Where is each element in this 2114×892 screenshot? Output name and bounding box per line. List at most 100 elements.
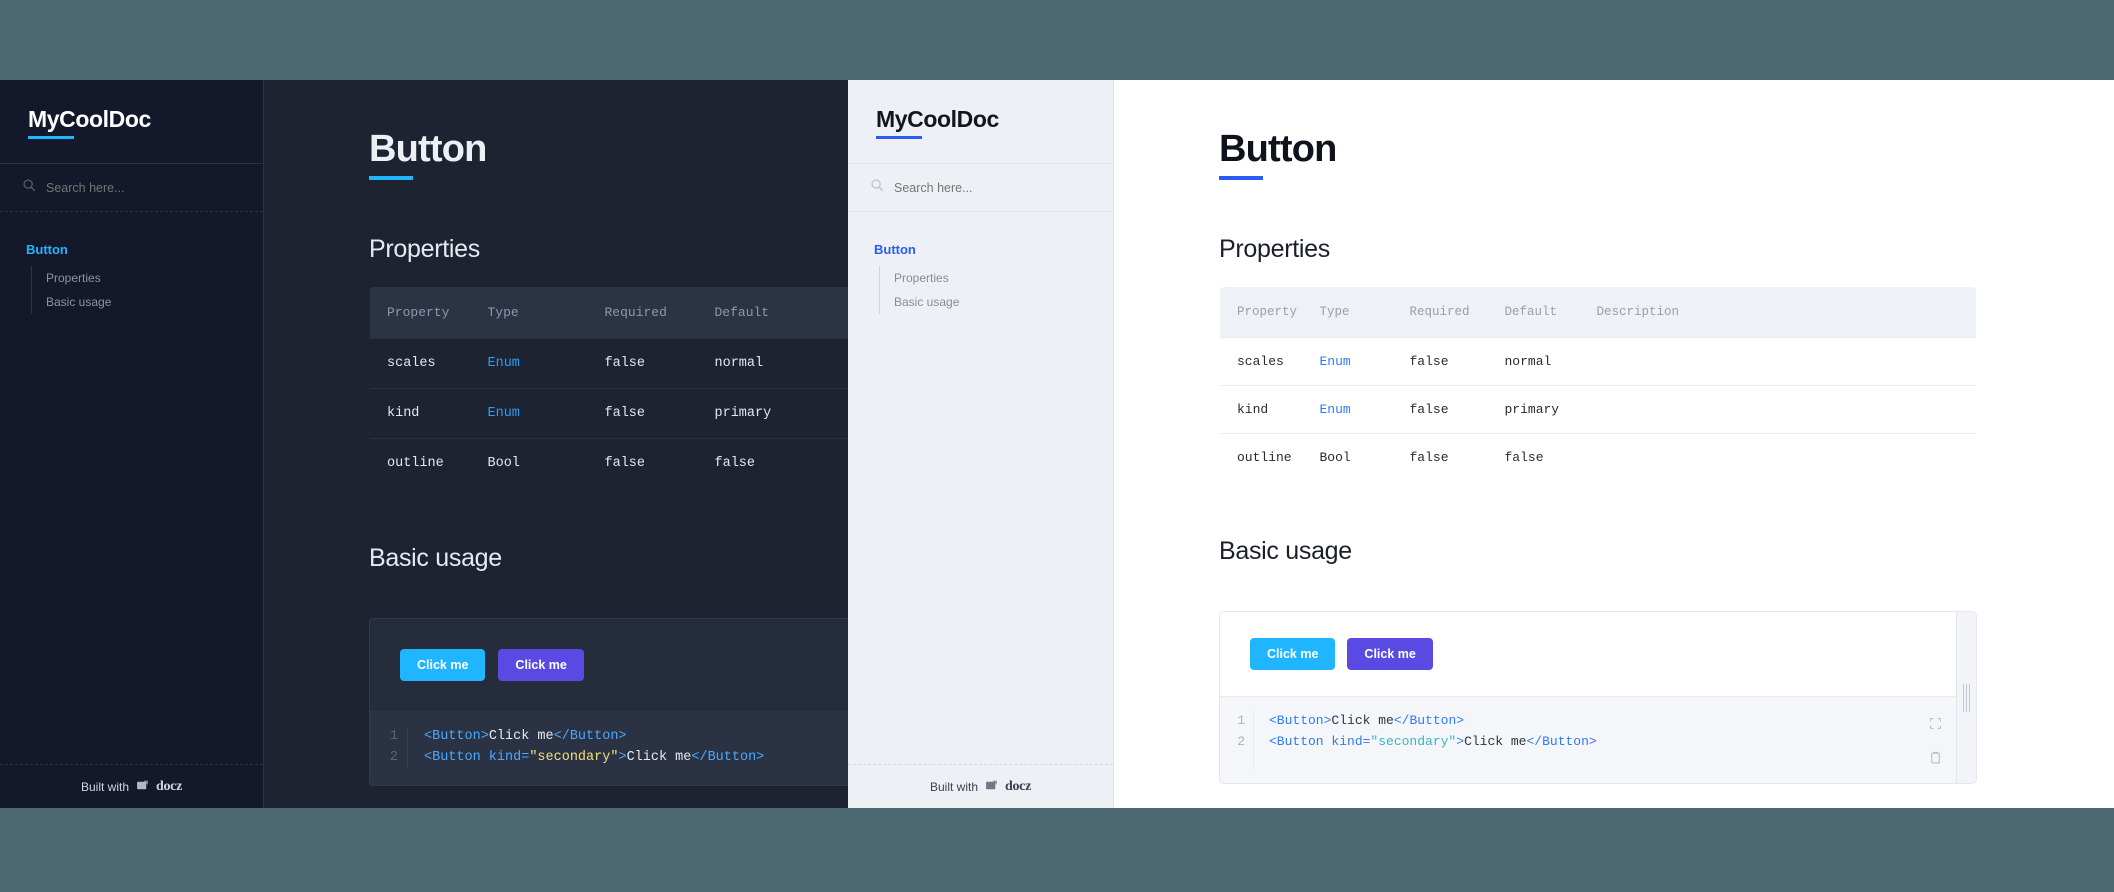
basic-usage-heading: Basic usage	[1219, 537, 1352, 565]
code-line-2: <Button kind="secondary">Click me</Butto…	[1269, 733, 1597, 749]
expand-icon[interactable]	[1929, 717, 1942, 735]
light-playground: Click me Click me 1 2 <Button>Click me</…	[1219, 611, 1977, 784]
cell-type: Enum	[487, 388, 605, 439]
search-input[interactable]	[46, 180, 241, 195]
line-number: 2	[389, 749, 398, 765]
code-action-icons	[1914, 711, 1956, 769]
cell-type: Enum	[1319, 385, 1410, 434]
cell-default: primary	[714, 388, 848, 439]
col-description: Description	[1596, 305, 1680, 319]
dark-search-container[interactable]	[0, 164, 263, 212]
copy-icon[interactable]	[1929, 751, 1942, 769]
col-default: Default	[714, 305, 770, 320]
cell-default: primary	[1504, 385, 1597, 434]
light-brand-container: MyCoolDoc	[848, 80, 1113, 164]
dark-line-numbers: 1 2	[370, 727, 408, 769]
light-sidebar: MyCoolDoc Button Properties Basic usage	[848, 80, 1114, 808]
col-property: Property	[387, 305, 450, 320]
cell-default: false	[1504, 433, 1597, 481]
cell-type: Bool	[487, 438, 605, 488]
col-type: Type	[1319, 305, 1350, 319]
page-title: Button	[369, 128, 487, 180]
sidebar-item-button[interactable]: Button	[848, 242, 1113, 257]
cell-property: outline	[370, 438, 488, 488]
docz-logo-icon	[136, 779, 149, 795]
sidebar-item-button[interactable]: Button	[0, 242, 263, 257]
properties-heading: Properties	[1219, 235, 1330, 263]
search-icon	[870, 178, 884, 197]
cell-required: false	[1409, 337, 1505, 386]
table-row: scales Enum false normal	[370, 338, 848, 389]
table-row: kind Enum false primary	[1220, 385, 1976, 434]
dark-nav-sublist: Properties Basic usage	[31, 266, 263, 314]
light-search-container[interactable]	[848, 164, 1113, 212]
dark-preview-area: Click me Click me	[370, 619, 848, 711]
dark-code-text: <Button>Click me</Button> <Button kind="s…	[408, 727, 764, 769]
brand-title[interactable]: MyCoolDoc	[28, 107, 151, 139]
click-me-secondary-button[interactable]: Click me	[1347, 638, 1433, 670]
col-required: Required	[1409, 305, 1470, 319]
light-nav-sublist: Properties Basic usage	[879, 266, 1113, 314]
sidebar-item-properties[interactable]: Properties	[880, 266, 1113, 290]
col-required: Required	[604, 305, 667, 320]
line-number: 1	[389, 729, 398, 744]
cell-property: scales	[1220, 337, 1320, 386]
basic-usage-heading: Basic usage	[369, 544, 502, 572]
table-row: kind Enum false primary	[370, 388, 848, 439]
dark-footer: Built with docz	[0, 764, 263, 808]
brand-title[interactable]: MyCoolDoc	[876, 107, 999, 139]
light-playground-body: Click me Click me 1 2 <Button>Click me</…	[1220, 612, 1956, 783]
table-row: outline Bool false false	[1220, 433, 1976, 481]
light-main-content: Button Properties Property Type Required…	[1114, 80, 2114, 808]
cell-required: false	[1409, 385, 1505, 434]
playground-resize-handle[interactable]	[1956, 612, 1976, 783]
sidebar-item-basic-usage[interactable]: Basic usage	[32, 290, 263, 314]
click-me-secondary-button[interactable]: Click me	[498, 649, 584, 681]
col-type: Type	[487, 305, 519, 320]
table-row: outline Bool false false	[370, 438, 848, 488]
search-icon	[22, 178, 36, 197]
cell-property: scales	[370, 338, 488, 389]
properties-table: Property Type Required Default Descripti…	[1219, 286, 1977, 482]
cell-default: normal	[714, 338, 848, 389]
cell-type: Bool	[1319, 433, 1410, 481]
cell-property: kind	[370, 388, 488, 439]
dark-nav: Button Properties Basic usage	[0, 212, 263, 764]
code-line-2: <Button kind="secondary">Click me</Butto…	[424, 749, 765, 765]
col-property: Property	[1237, 305, 1298, 319]
light-theme-panel: MyCoolDoc Button Properties Basic usage	[848, 80, 2114, 808]
code-line-1: <Button>Click me</Button>	[1269, 713, 1465, 728]
click-me-primary-button[interactable]: Click me	[400, 649, 486, 681]
table-row: scales Enum false normal	[1220, 337, 1976, 386]
screenshot-stage: MyCoolDoc Button Properties Basic usage	[0, 0, 2114, 892]
docz-logo-text[interactable]: docz	[1005, 779, 1031, 795]
table-header-row: Property Type Required Default Descripti…	[1220, 287, 1976, 338]
cell-required: false	[604, 338, 715, 389]
light-code-block[interactable]: 1 2 <Button>Click me</Button> <Button kin…	[1220, 696, 1956, 783]
light-line-numbers: 1 2	[1220, 711, 1254, 769]
search-input[interactable]	[894, 180, 1091, 195]
dark-theme-panel: MyCoolDoc Button Properties Basic usage	[0, 80, 848, 808]
col-default: Default	[1504, 305, 1558, 319]
click-me-primary-button[interactable]: Click me	[1250, 638, 1336, 670]
properties-table: Property Type Required Default scales En…	[369, 286, 848, 489]
cell-default: false	[714, 438, 848, 488]
docz-logo-text[interactable]: docz	[156, 779, 182, 795]
page-title: Button	[1219, 128, 1337, 180]
cell-default: normal	[1504, 337, 1597, 386]
footer-prefix: Built with	[929, 779, 978, 794]
cell-required: false	[604, 388, 715, 439]
dark-code-block[interactable]: 1 2 <Button>Click me</Button> <Button kin…	[370, 711, 848, 785]
code-line-1: <Button>Click me</Button>	[424, 729, 627, 744]
dark-main-content: Button Properties Property Type Required…	[264, 80, 848, 808]
table-header-row: Property Type Required Default	[370, 287, 848, 339]
sidebar-item-properties[interactable]: Properties	[32, 266, 263, 290]
cell-description	[1596, 433, 1976, 481]
light-code-text: <Button>Click me</Button> <Button kind="s…	[1254, 711, 1914, 769]
cell-property: outline	[1220, 433, 1320, 481]
cell-type: Enum	[1319, 337, 1410, 386]
light-preview-area: Click me Click me	[1220, 612, 1956, 696]
sidebar-item-basic-usage[interactable]: Basic usage	[880, 290, 1113, 314]
footer-prefix: Built with	[80, 779, 129, 794]
cell-type: Enum	[487, 338, 605, 389]
